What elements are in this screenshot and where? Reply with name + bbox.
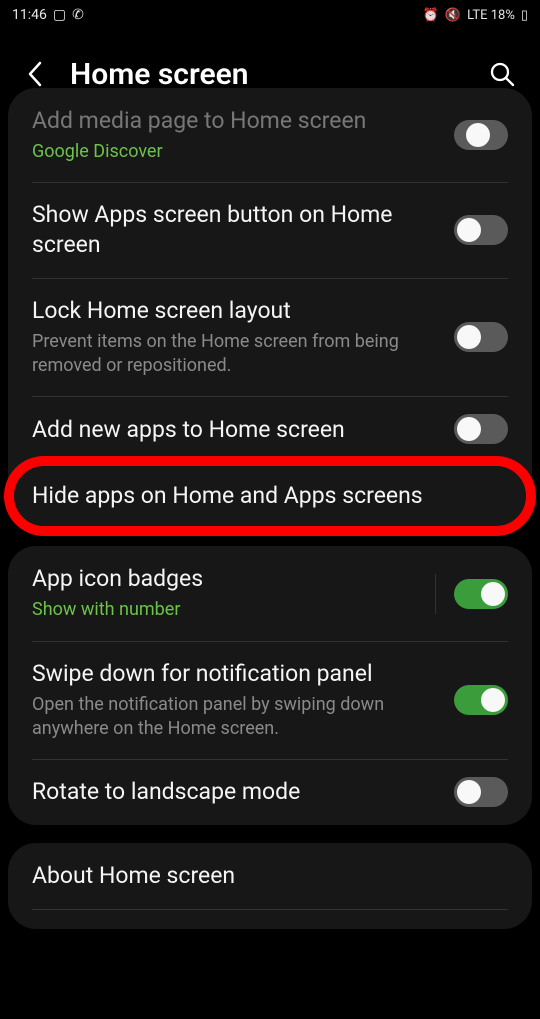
status-time: 11:46 <box>12 7 47 23</box>
row-title: Add new apps to Home screen <box>32 415 438 445</box>
whatsapp-icon: ✆ <box>72 7 84 23</box>
row-text: Swipe down for notification panel Open t… <box>32 659 454 741</box>
toggle-rotate-landscape[interactable] <box>454 777 508 807</box>
highlight-hide-apps: Hide apps on Home and Apps screens <box>0 462 540 528</box>
divider <box>435 574 436 614</box>
row-rotate-landscape[interactable]: Rotate to landscape mode <box>8 759 532 825</box>
row-hide-apps[interactable]: Hide apps on Home and Apps screens <box>8 462 532 528</box>
toggle-knob <box>457 780 481 804</box>
row-title: App icon badges <box>32 564 419 594</box>
row-text: Show Apps screen button on Home screen <box>32 200 454 260</box>
row-title: Rotate to landscape mode <box>32 777 438 807</box>
settings-content: Add media page to Home screen Google Dis… <box>0 118 540 929</box>
settings-group-2: App icon badges Show with number Swipe d… <box>8 546 532 825</box>
row-text: Add media page to Home screen Google Dis… <box>32 106 454 164</box>
notification-icon: ▢ <box>53 7 66 23</box>
chevron-left-icon <box>26 60 46 88</box>
row-title: Lock Home screen layout <box>32 296 438 326</box>
settings-group-3: About Home screen <box>8 843 532 929</box>
row-title: About Home screen <box>32 861 492 891</box>
toggle-app-icon-badges[interactable] <box>454 579 508 609</box>
status-bar: 11:46 ▢ ✆ ⏰ 🔇 LTE 18% ▯ <box>0 0 540 30</box>
toggle-swipe-down[interactable] <box>454 685 508 715</box>
row-text: Hide apps on Home and Apps screens <box>32 481 508 511</box>
row-title: Add media page to Home screen <box>32 106 438 136</box>
row-lock-layout[interactable]: Lock Home screen layout Prevent items on… <box>8 278 532 396</box>
group1-card-top: Add media page to Home screen Google Dis… <box>8 88 532 462</box>
search-button[interactable] <box>484 56 520 92</box>
toggle-lock-layout[interactable] <box>454 322 508 352</box>
row-swipe-down[interactable]: Swipe down for notification panel Open t… <box>8 641 532 759</box>
page-title: Home screen <box>70 57 484 92</box>
back-button[interactable] <box>20 58 52 90</box>
toggle-knob <box>457 325 481 349</box>
toggle-knob <box>481 582 505 606</box>
alarm-icon: ⏰ <box>423 8 439 23</box>
toggle-knob <box>457 417 481 441</box>
row-title: Swipe down for notification panel <box>32 659 438 689</box>
row-text: Add new apps to Home screen <box>32 415 454 445</box>
battery-icon: ▯ <box>521 8 528 23</box>
status-left: 11:46 ▢ ✆ <box>12 7 84 23</box>
row-text: Rotate to landscape mode <box>32 777 454 807</box>
toggle-knob <box>481 688 505 712</box>
row-subtitle: Show with number <box>32 598 419 622</box>
row-cut-off[interactable] <box>8 909 532 929</box>
toggle-add-media-page[interactable] <box>454 120 508 150</box>
row-add-media-page[interactable]: Add media page to Home screen Google Dis… <box>8 88 532 182</box>
row-title: Show Apps screen button on Home screen <box>32 200 438 260</box>
signal-text: LTE 18% <box>467 8 515 23</box>
toggle-add-new-apps[interactable] <box>454 414 508 444</box>
row-subtitle: Open the notification panel by swiping d… <box>32 693 438 742</box>
row-about-home-screen[interactable]: About Home screen <box>8 843 532 909</box>
row-show-apps-button[interactable]: Show Apps screen button on Home screen <box>8 182 532 278</box>
toggle-knob <box>457 218 481 242</box>
row-text: About Home screen <box>32 861 508 891</box>
row-subtitle: Prevent items on the Home screen from be… <box>32 330 438 379</box>
settings-group-1: Add media page to Home screen Google Dis… <box>8 118 532 528</box>
row-subtitle: Google Discover <box>32 140 438 164</box>
row-add-new-apps[interactable]: Add new apps to Home screen <box>8 396 532 462</box>
row-text: Lock Home screen layout Prevent items on… <box>32 296 454 378</box>
row-title: Hide apps on Home and Apps screens <box>32 481 492 511</box>
status-right: ⏰ 🔇 LTE 18% ▯ <box>423 8 528 23</box>
row-app-icon-badges[interactable]: App icon badges Show with number <box>8 546 532 640</box>
toggle-show-apps-button[interactable] <box>454 215 508 245</box>
toggle-knob <box>466 123 490 147</box>
search-icon <box>488 60 516 88</box>
row-text: App icon badges Show with number <box>32 564 435 622</box>
mute-icon: 🔇 <box>445 8 461 23</box>
